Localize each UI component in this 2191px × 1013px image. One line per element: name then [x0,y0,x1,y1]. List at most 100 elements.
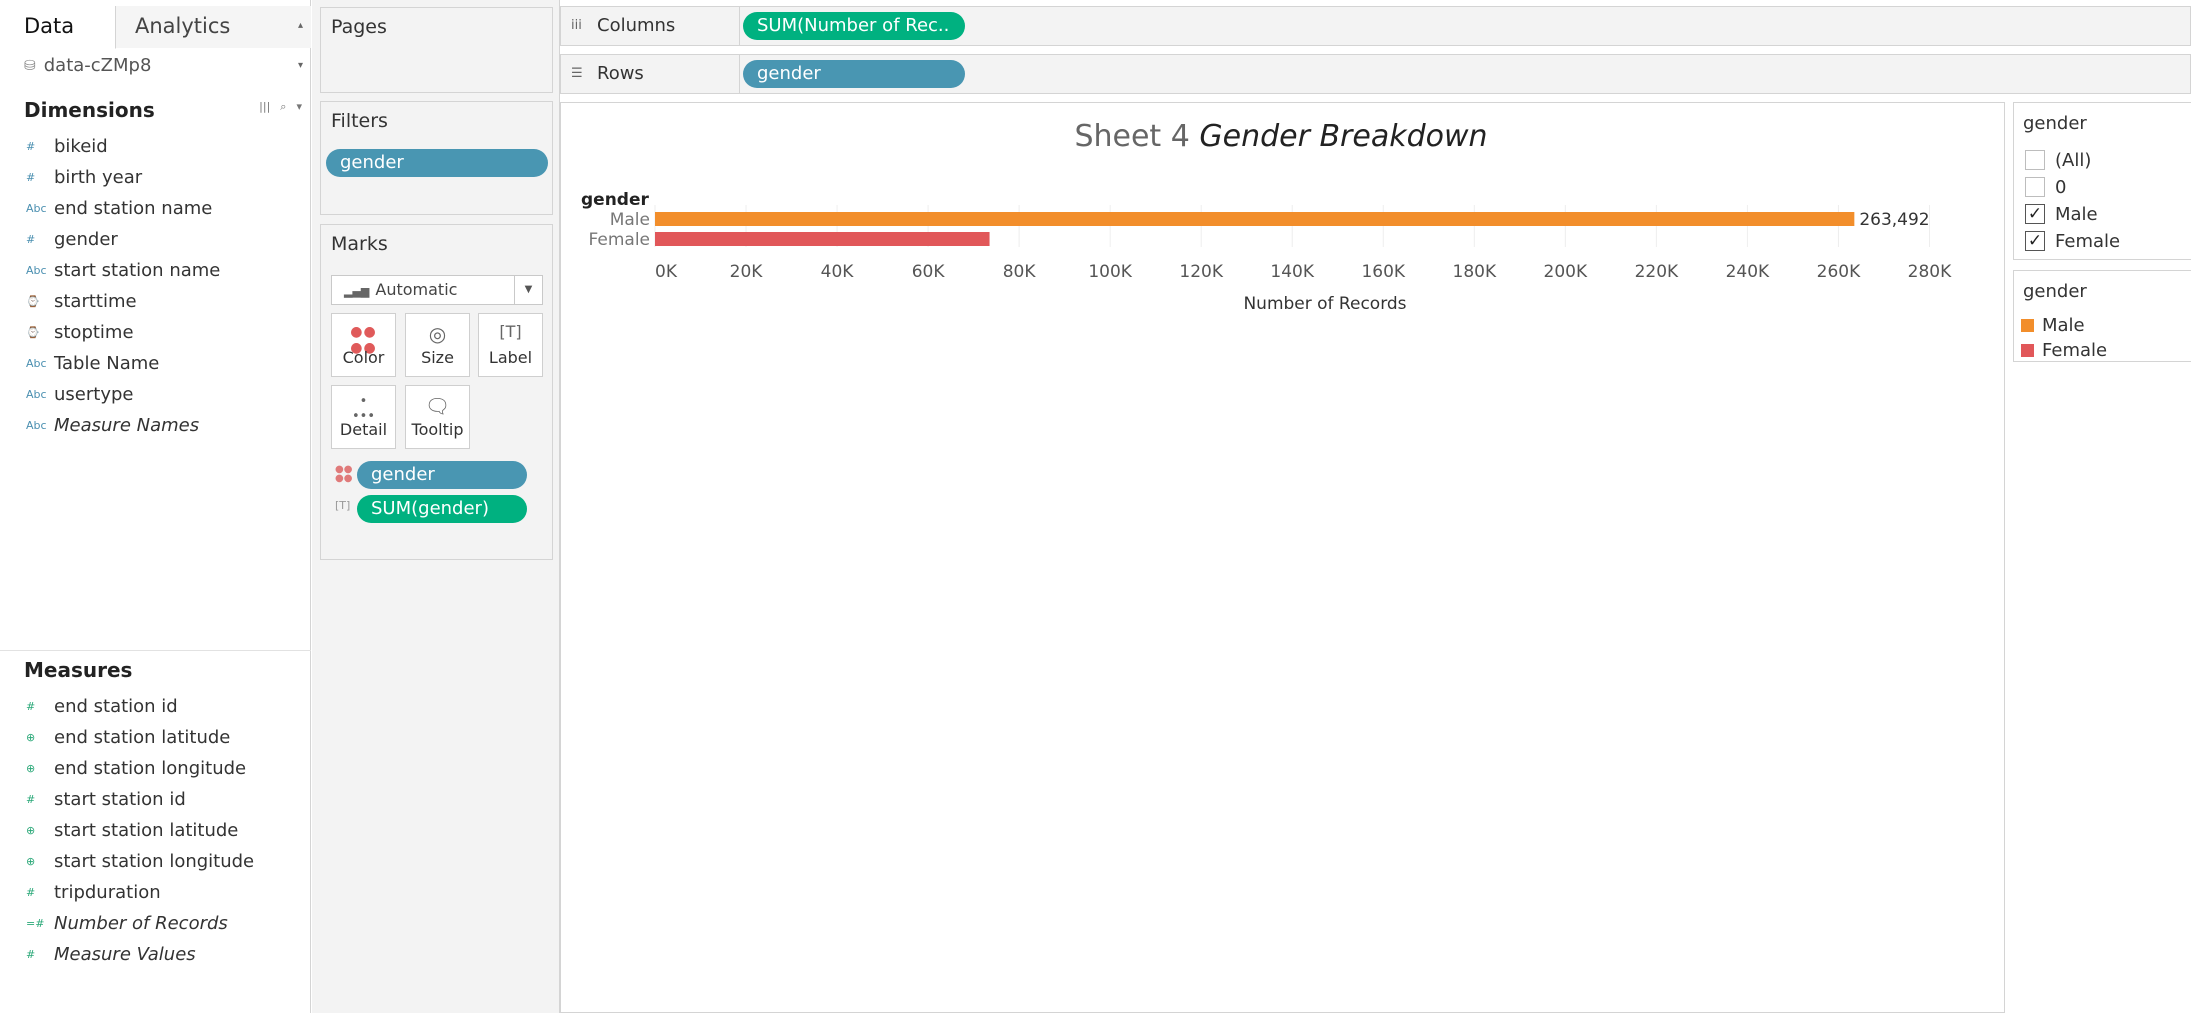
dimension-field[interactable]: # bikeid [0,131,311,162]
bar[interactable] [655,212,1855,226]
measure-field[interactable]: # end station id [0,691,311,722]
globe-icon: ⊕ [26,731,36,744]
rows-label: Rows [597,63,644,84]
dimension-field[interactable]: ⌚ stoptime [0,317,311,348]
field-label: start station latitude [54,820,239,841]
legend-item[interactable]: Male [2021,313,2085,337]
measure-field[interactable]: ⊕ end station latitude [0,722,311,753]
filter-item[interactable]: ✓ Male [2025,203,2098,225]
dimension-field[interactable]: Abc Table Name [0,348,311,379]
chart-title[interactable]: Sheet 4 Gender Breakdown [561,119,2001,154]
legend-swatch [2021,318,2034,332]
measure-field[interactable]: ⊕ start station latitude [0,815,311,846]
x-tick-label: 200K [1544,262,1588,282]
measure-field[interactable]: # tripduration [0,877,311,908]
number-type-icon: # [26,233,36,246]
columns-pill[interactable]: SUM(Number of Rec.. [743,12,965,40]
filters-card[interactable]: Filters gender [320,101,553,215]
measures-header: Measures [24,658,133,682]
filter-item[interactable]: (All) [2025,149,2091,171]
category-label: Female [589,230,650,250]
dimension-field[interactable]: # birth year [0,162,311,193]
checkbox-checked-icon[interactable]: ✓ [2025,204,2045,224]
datasource-label: data-cZMp8 [43,55,152,76]
dimension-field[interactable]: # gender [0,224,311,255]
dimension-field[interactable]: Abc start station name [0,255,311,286]
filters-title: Filters [331,110,388,132]
checkbox-icon[interactable] [2025,150,2045,170]
number-type-icon: # [26,793,36,806]
label-button[interactable]: [T] Label [478,313,543,377]
tooltip-button[interactable]: 🗨 Tooltip [405,385,470,449]
field-label: Number of Records [54,913,228,934]
datasource-item[interactable]: ⛁ data-cZMp8 [24,55,151,76]
dimensions-tools: ||| ⌕ ▾ [259,100,302,114]
columns-shelf[interactable]: iii Columns SUM(Number of Rec.. [560,6,2191,46]
label-pill-sum-gender[interactable]: SUM(gender) [357,495,527,523]
x-tick-label: 160K [1361,262,1405,282]
filter-card-title: gender [2023,113,2087,134]
x-tick-label: 0K [655,262,678,282]
cards-column: Pages Filters gender Marks ▂▄▆ Automatic … [312,0,560,1013]
view-list-icon[interactable]: ||| [259,100,270,114]
measure-field[interactable]: # Measure Values [0,939,311,970]
field-label: tripduration [54,882,161,903]
speech-bubble-icon: 🗨 [424,394,451,418]
chart-view[interactable]: Sheet 4 Gender Breakdown gender Male 263,4… [560,102,2005,1013]
mark-type-dropdown[interactable]: ▂▄▆ Automatic ▼ [331,275,543,305]
marks-title: Marks [331,233,388,255]
data-pane: Data Analytics ▴ ▾ ⛁ data-cZMp8 Dimension… [0,0,311,1013]
filter-item-label: (All) [2055,149,2092,171]
bar[interactable] [655,232,990,246]
checkbox-icon[interactable] [2025,177,2045,197]
detail-button[interactable]: • ••• Detail [331,385,396,449]
measure-field[interactable]: ⊕ end station longitude [0,753,311,784]
search-icon[interactable]: ⌕ [280,100,286,114]
color-dots-icon: ●● ●● [350,324,377,356]
x-tick-label: 60K [912,262,946,282]
field-label: Measure Names [54,415,200,436]
detail-dots-icon: • ••• [351,394,375,424]
rows-separator [739,55,740,93]
measure-field[interactable]: =# Number of Records [0,908,311,939]
datasource-icon: ⛁ [24,57,36,74]
color-pill-gender[interactable]: gender [357,461,527,489]
dimension-field[interactable]: ⌚ starttime [0,286,311,317]
columns-shelf-label: iii Columns [571,15,741,36]
string-type-icon: Abc [26,264,47,277]
dropdown-arrow-icon[interactable]: ▾ [296,100,302,114]
globe-icon: ⊕ [26,824,36,837]
rows-pill[interactable]: gender [743,60,965,88]
measure-field[interactable]: ⊕ start station longitude [0,846,311,877]
filter-item[interactable]: 0 [2025,176,2066,198]
pages-card[interactable]: Pages [320,7,553,93]
measure-field[interactable]: # start station id [0,784,311,815]
legend-item[interactable]: Female [2021,338,2107,362]
x-axis-title: Number of Records [1243,294,1406,314]
gender-filter-card: gender (All) 0 ✓ Male ✓ Female [2013,102,2191,260]
x-tick-label: 180K [1453,262,1497,282]
filter-item[interactable]: ✓ Female [2025,230,2120,252]
field-label: starttime [54,291,137,312]
size-button[interactable]: ◎ Size [405,313,470,377]
filter-item-label: Male [2055,203,2098,225]
text-label-icon: [T] [499,322,522,341]
calculated-number-icon: =# [26,917,45,930]
color-button[interactable]: ●● ●● Color [331,313,396,377]
tab-analytics-label: Analytics [135,14,231,38]
bar-chart: genderMale 263,492 Female0K 20K 40K 60K 80K 100… [581,190,1952,314]
dimension-field[interactable]: Abc end station name [0,193,311,224]
x-tick-label: 220K [1635,262,1679,282]
tab-data[interactable]: Data [0,6,116,49]
dimension-field[interactable]: Abc usertype [0,379,311,410]
columns-separator [739,7,740,45]
field-label: stoptime [54,322,134,343]
field-label: gender [54,229,118,250]
checkbox-checked-icon[interactable]: ✓ [2025,231,2045,251]
tab-analytics[interactable]: Analytics ▴ ▾ [116,6,311,71]
filter-pill-gender[interactable]: gender [326,149,548,177]
dimension-field[interactable]: Abc Measure Names [0,410,311,441]
legend-item-label: Female [2042,339,2108,361]
measures-divider[interactable] [0,650,311,651]
rows-shelf[interactable]: ☰ Rows gender [560,54,2191,94]
